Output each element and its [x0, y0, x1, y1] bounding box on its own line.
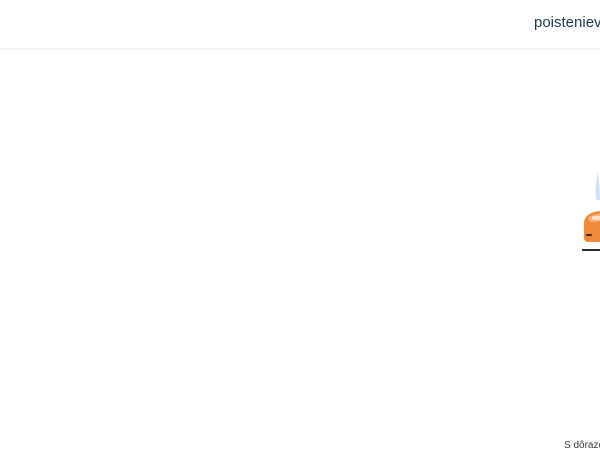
site-logo-link[interactable]: poisteniev [534, 14, 600, 31]
page: poisteniev S dôrazo [0, 0, 600, 450]
header-bar: poisteniev [0, 0, 600, 49]
car-insurance-illustration-icon [578, 172, 600, 262]
footer-tagline: S dôrazo [564, 440, 600, 450]
